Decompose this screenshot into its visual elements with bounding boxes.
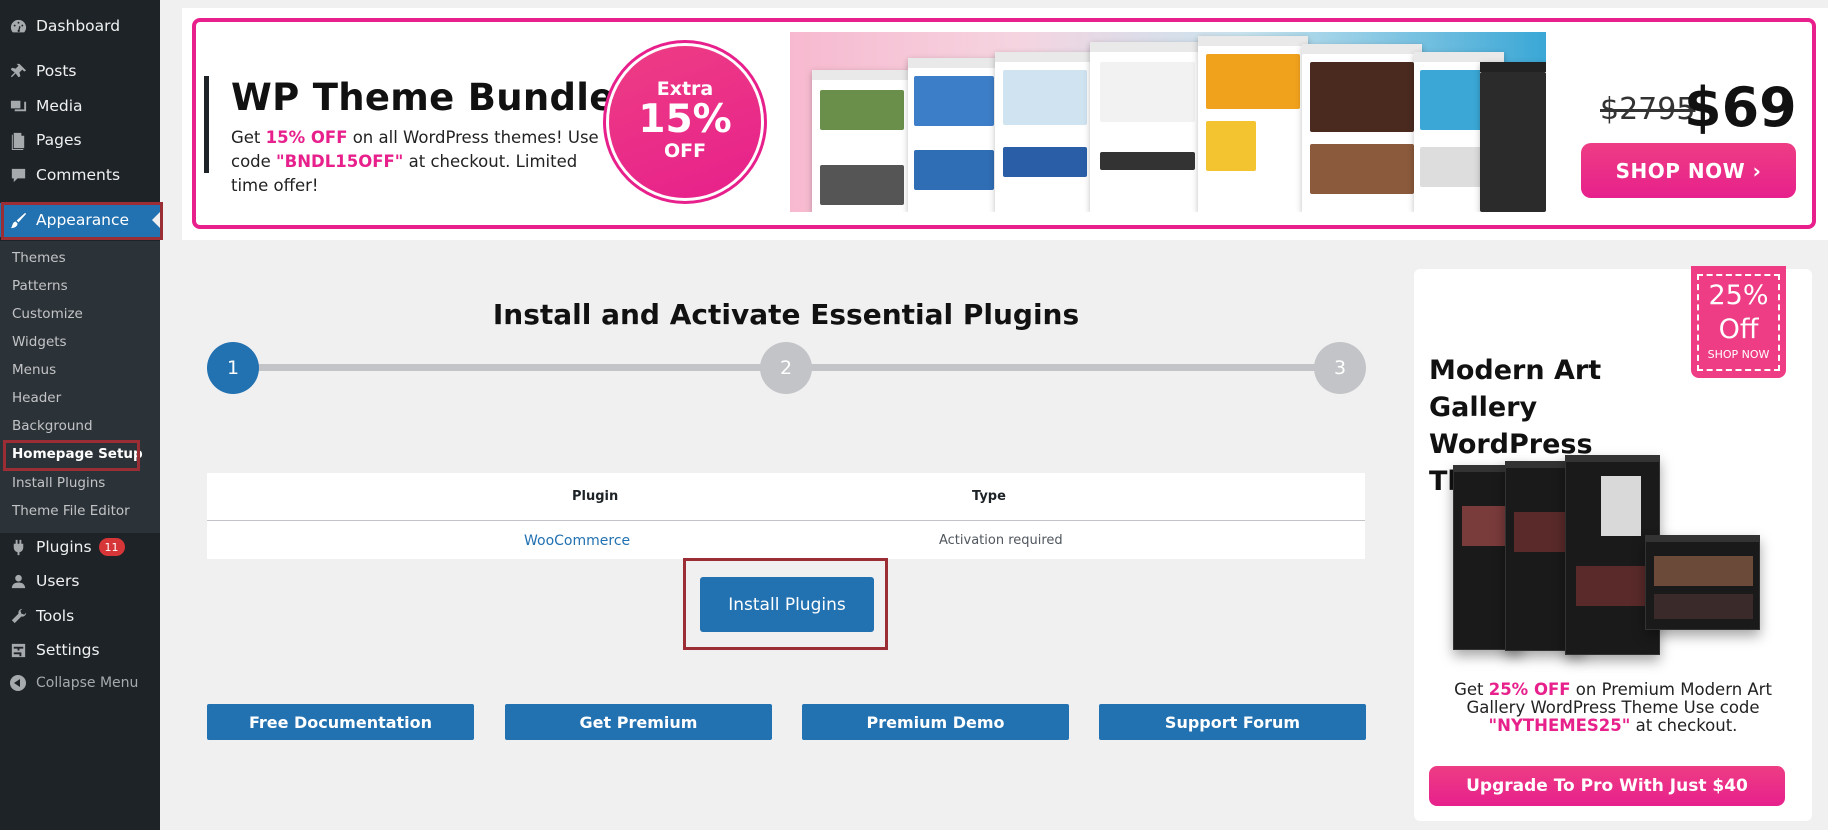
submenu-item-install-plugins[interactable]: Install Plugins	[12, 475, 105, 491]
step-2: 2	[760, 342, 812, 394]
sidebar-item-label: Settings	[36, 641, 100, 659]
theme-screenshot	[812, 70, 912, 212]
theme-preview-image	[1445, 455, 1765, 665]
step-progress-line	[786, 364, 1340, 371]
column-header-type: Type	[972, 489, 1006, 504]
premium-demo-button[interactable]: Premium Demo	[802, 704, 1069, 740]
sidebar-item-dashboard[interactable]: Dashboard	[0, 9, 160, 43]
discount-off: OFF	[663, 140, 707, 162]
sidebar-item-label: Plugins	[36, 538, 92, 556]
original-price: $2795	[1600, 92, 1696, 127]
get-premium-button[interactable]: Get Premium	[505, 704, 772, 740]
step-3: 3	[1314, 342, 1366, 394]
promo-text: at checkout.	[1630, 716, 1738, 735]
ribbon-off: Off	[1718, 314, 1759, 345]
dashboard-icon	[0, 17, 36, 36]
upgrade-to-pro-button[interactable]: Upgrade To Pro With Just $40	[1429, 766, 1785, 806]
submenu-item-patterns[interactable]: Patterns	[12, 278, 68, 294]
sidebar-item-posts[interactable]: Posts	[0, 54, 160, 88]
banner-title: WP Theme Bundle	[231, 76, 615, 119]
submenu-item-widgets[interactable]: Widgets	[12, 334, 67, 350]
step-progress-line	[233, 364, 786, 371]
settings-icon	[0, 641, 36, 660]
submenu-item-background[interactable]: Background	[12, 418, 93, 434]
pages-icon	[0, 131, 36, 150]
ribbon-percent: 25%	[1708, 280, 1769, 311]
support-forum-button[interactable]: Support Forum	[1099, 704, 1366, 740]
media-icon	[0, 97, 36, 116]
comments-icon	[0, 166, 36, 185]
banner-coupon-code: "BNDL15OFF"	[276, 152, 404, 171]
theme-screenshots-collage	[790, 32, 1546, 212]
wrench-icon	[0, 607, 36, 626]
sidebar-item-media[interactable]: Media	[0, 89, 160, 123]
submenu-item-header[interactable]: Header	[12, 390, 61, 406]
highlight-box	[3, 440, 140, 471]
discount-circle: Extra 15% OFF	[609, 46, 761, 198]
sidebar-item-pages[interactable]: Pages	[0, 123, 160, 157]
sidebar-item-users[interactable]: Users	[0, 564, 160, 598]
appearance-submenu: Themes Patterns Customize Widgets Menus …	[0, 241, 160, 533]
update-count-badge: 11	[98, 538, 125, 556]
user-icon	[0, 572, 36, 591]
banner-desc-highlight: 15% OFF	[265, 128, 348, 147]
ribbon-inner: 25% Off SHOP NOW	[1697, 274, 1780, 371]
plugin-table: Plugin Type WooCommerce Activation requi…	[207, 473, 1365, 559]
ribbon-shop-now: SHOP NOW	[1707, 348, 1770, 361]
sidebar-item-label: Pages	[36, 131, 82, 149]
collapse-menu-button[interactable]: Collapse Menu	[0, 666, 160, 700]
sidebar-item-label: Media	[36, 97, 83, 115]
sidebar-item-settings[interactable]: Settings	[0, 633, 160, 667]
sidebar-item-tools[interactable]: Tools	[0, 599, 160, 633]
sidebar-item-label: Comments	[36, 166, 121, 184]
collapse-icon	[0, 675, 36, 691]
pin-icon	[0, 62, 36, 81]
sidebar-item-plugins[interactable]: Plugins 11	[0, 530, 160, 564]
plugin-type: Activation required	[939, 533, 1063, 548]
highlight-box	[1, 202, 163, 240]
theme-screenshot	[995, 52, 1095, 212]
column-header-plugin: Plugin	[572, 489, 619, 504]
sale-price: $69	[1684, 76, 1797, 139]
theme-screenshot	[908, 58, 1000, 212]
step-1: 1	[207, 342, 259, 394]
discount-ribbon[interactable]: 25% Off SHOP NOW	[1691, 266, 1786, 378]
submenu-item-theme-file-editor[interactable]: Theme File Editor	[12, 503, 130, 519]
theme-screenshot	[1090, 42, 1205, 212]
sidebar-item-label: Posts	[36, 62, 77, 80]
submenu-item-menus[interactable]: Menus	[12, 362, 56, 378]
banner-desc-text: Get	[231, 128, 266, 147]
submenu-item-customize[interactable]: Customize	[12, 306, 83, 322]
promo-coupon-code: "NYTHEMES25"	[1488, 716, 1631, 735]
submenu-item-themes[interactable]: Themes	[12, 250, 66, 266]
promo-description: Get 25% OFF on Premium Modern Art Galler…	[1424, 681, 1802, 735]
mockup-page	[1645, 535, 1760, 630]
theme-screenshot	[1480, 62, 1546, 212]
collapse-menu-label: Collapse Menu	[36, 675, 139, 691]
theme-screenshot	[1302, 44, 1422, 212]
discount-percent: 15%	[638, 97, 732, 142]
sidebar-item-label: Dashboard	[36, 17, 121, 35]
wizard-title: Install and Activate Essential Plugins	[492, 298, 1080, 331]
table-divider	[207, 520, 1365, 521]
sidebar-item-comments[interactable]: Comments	[0, 158, 160, 192]
banner-description: Get 15% OFF on all WordPress themes! Use…	[231, 126, 601, 198]
banner-accent-bar	[204, 76, 209, 173]
sidebar-item-label: Tools	[36, 607, 75, 625]
free-documentation-button[interactable]: Free Documentation	[207, 704, 474, 740]
promo-text: Get	[1454, 680, 1489, 699]
plugin-link-woocommerce[interactable]: WooCommerce	[524, 533, 630, 549]
theme-screenshot	[1198, 36, 1308, 212]
admin-sidebar: Dashboard Posts Media Pages Comments App…	[0, 0, 163, 830]
promo-highlight: 25% OFF	[1488, 680, 1571, 699]
sidebar-item-label: Users	[36, 572, 80, 590]
shop-now-button[interactable]: SHOP NOW ›	[1581, 143, 1796, 198]
plugin-icon	[0, 538, 36, 557]
install-plugins-button[interactable]: Install Plugins	[700, 577, 874, 632]
